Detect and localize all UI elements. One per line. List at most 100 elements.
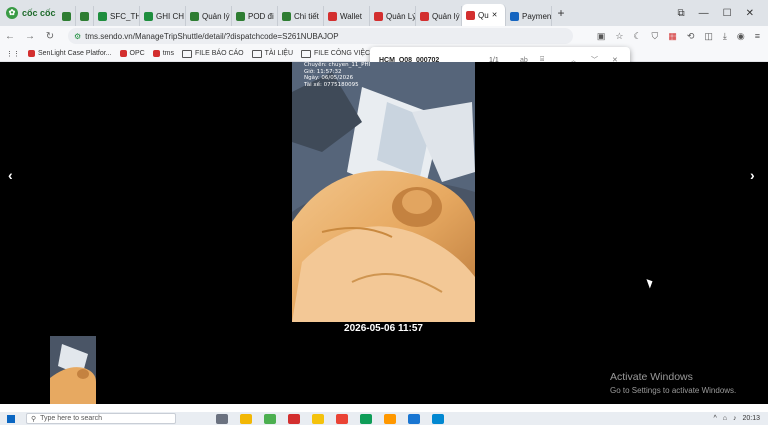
bookmark-label: FILE BÁO CÁO [195,50,244,57]
tab-label: Chi tiết [294,11,319,21]
app-icon[interactable] [432,413,444,424]
outlook-icon[interactable] [408,413,420,424]
browser-tab[interactable]: Chi tiết [278,6,324,26]
chrome-icon[interactable] [336,413,348,424]
tab-label: POD đi [248,11,274,21]
dark-mode-icon[interactable]: ☾ [633,31,641,42]
tab-favicon-icon [98,11,107,21]
app-icon[interactable] [288,413,300,424]
browser-tab[interactable]: Wallet [324,6,370,26]
bookmark-item[interactable]: FILE BÁO CÁO [182,49,244,58]
reload-icon[interactable]: ↻ [40,31,60,42]
close-window-button[interactable]: ✕ [746,8,754,19]
screenshot-icon[interactable]: ⧉ [678,8,685,19]
bookmark-item[interactable]: tms [152,50,174,58]
task-view-icon[interactable] [216,413,228,424]
browser-tab[interactable]: Quản lý [186,6,232,26]
bookmark-item[interactable]: FILE CÔNG VIỆC [301,49,370,58]
tab-label: Quản Lý [386,11,416,21]
tab-favicon-icon [80,11,89,21]
photo-thumbnail[interactable] [50,336,96,404]
extension-icon[interactable]: ▦ [668,31,677,42]
browser-tab[interactable]: Quản Lý [370,6,416,26]
volume-icon[interactable]: ♪ [733,415,737,422]
address-bar[interactable]: ⚙ tms.sendo.vn/ManageTripShuttle/detail/… [68,28,573,44]
taskbar-search[interactable]: ⚲ Type here to search [26,413,176,424]
tab-label: Qu [478,10,489,20]
watermark-title: Activate Windows [610,371,693,383]
system-tray: ^ ⌂ ♪ 20:13 [713,412,760,425]
download-icon[interactable]: ⤓ [723,31,727,42]
minimize-button[interactable]: — [699,8,709,19]
profile-icon[interactable]: ◉ [737,31,745,42]
search-placeholder: Type here to search [40,415,103,422]
tab-label: Quản lý [432,11,460,21]
mouse-cursor-icon [646,277,655,289]
start-button[interactable] [0,412,22,425]
folder-icon [182,49,192,58]
coccoc-taskbar-icon[interactable] [264,413,276,424]
image-viewer: ‹ › Chuyến: chuyen_11_PHI Giờ: 11:57:32 … [0,62,768,404]
package-photo-image [292,62,475,322]
tab-favicon-icon [374,11,383,21]
maximize-button[interactable]: ☐ [723,8,732,19]
sticky-notes-icon[interactable] [312,413,324,424]
bookmark-label: TÀI LIỆU [264,50,294,57]
browser-tab[interactable]: POD đi [232,6,278,26]
activate-windows-watermark: Activate Windows Go to Settings to activ… [610,371,736,395]
browser-tab[interactable]: GHI CH [140,6,186,26]
site-favicon-icon [152,50,160,57]
tray-chevron-icon[interactable]: ^ [713,415,716,422]
browser-tab[interactable]: SFC_THI [94,6,140,26]
tab-label: SFC_THI [110,11,139,21]
tab-favicon-icon [466,10,475,20]
page-action-icon[interactable]: ▣ [597,31,606,42]
next-image-icon[interactable]: › [750,167,755,183]
url-text: tms.sendo.vn/ManageTripShuttle/detail/?d… [85,31,339,41]
new-tab-button[interactable]: + [552,6,570,20]
tab-favicon-icon [236,11,245,21]
file-explorer-icon[interactable] [240,413,252,424]
windows-logo-icon [7,414,15,423]
tab-bar: ✿ cốc cốc SFC_THI GHI CH Quản lý POD đi Chi … [0,0,768,26]
browser-logo[interactable]: ✿ cốc cốc [0,0,58,26]
tab-favicon-icon [328,11,337,21]
apps-grid-icon[interactable]: ⋮⋮ [6,50,20,58]
bookmark-label: OPC [129,50,145,57]
app-icon[interactable] [384,413,396,424]
overlay-line: Chuyến: chuyen_11_PHI [304,62,371,68]
close-tab-icon[interactable]: ✕ [492,11,498,19]
taskbar-apps [216,413,444,424]
tab-favicon-icon [62,11,71,21]
folder-icon [301,49,312,58]
bookmark-item[interactable]: TÀI LIỆU [251,49,294,58]
forward-arrow-icon[interactable]: → [20,31,40,42]
shield-icon[interactable]: ⛉ [652,31,659,42]
delivery-photo[interactable]: Chuyến: chuyen_11_PHI Giờ: 11:57:32 Ngày… [292,62,475,322]
sync-icon[interactable]: ⟲ [687,31,695,42]
bookmark-label: SenLight Case Platfor... [38,50,112,57]
tab-favicon-icon [282,11,291,21]
browser-tab[interactable]: Paymen [506,6,552,26]
browser-tab[interactable]: Quản lý [416,6,462,26]
clock[interactable]: 20:13 [742,415,760,422]
previous-image-icon[interactable]: ‹ [8,167,13,183]
browser-tab[interactable]: Qu ✕ [462,4,506,26]
sidebar-icon[interactable]: ◫ [704,31,713,42]
browser-tab[interactable] [58,6,76,26]
bookmark-item[interactable]: SenLight Case Platfor... [28,50,112,58]
photo-overlay-text: Chuyến: chuyen_11_PHI Giờ: 11:57:32 Ngày… [304,62,370,88]
site-info-icon[interactable]: ⚙ [74,32,81,41]
tab-favicon-icon [144,11,153,21]
overlay-line: Tài xế: 0775180095 [304,81,359,88]
thumbnail-image [50,336,96,404]
browser-brand: cốc cốc [22,8,56,18]
bookmark-star-icon[interactable]: ☆ [615,31,623,42]
menu-icon[interactable]: ≡ [755,31,760,41]
back-arrow-icon[interactable]: ← [0,31,20,42]
edge-icon[interactable] [360,413,372,424]
browser-tab[interactable] [76,6,94,26]
scroll-gap [0,404,768,412]
network-icon[interactable]: ⌂ [723,415,727,422]
bookmark-item[interactable]: OPC [119,50,145,58]
